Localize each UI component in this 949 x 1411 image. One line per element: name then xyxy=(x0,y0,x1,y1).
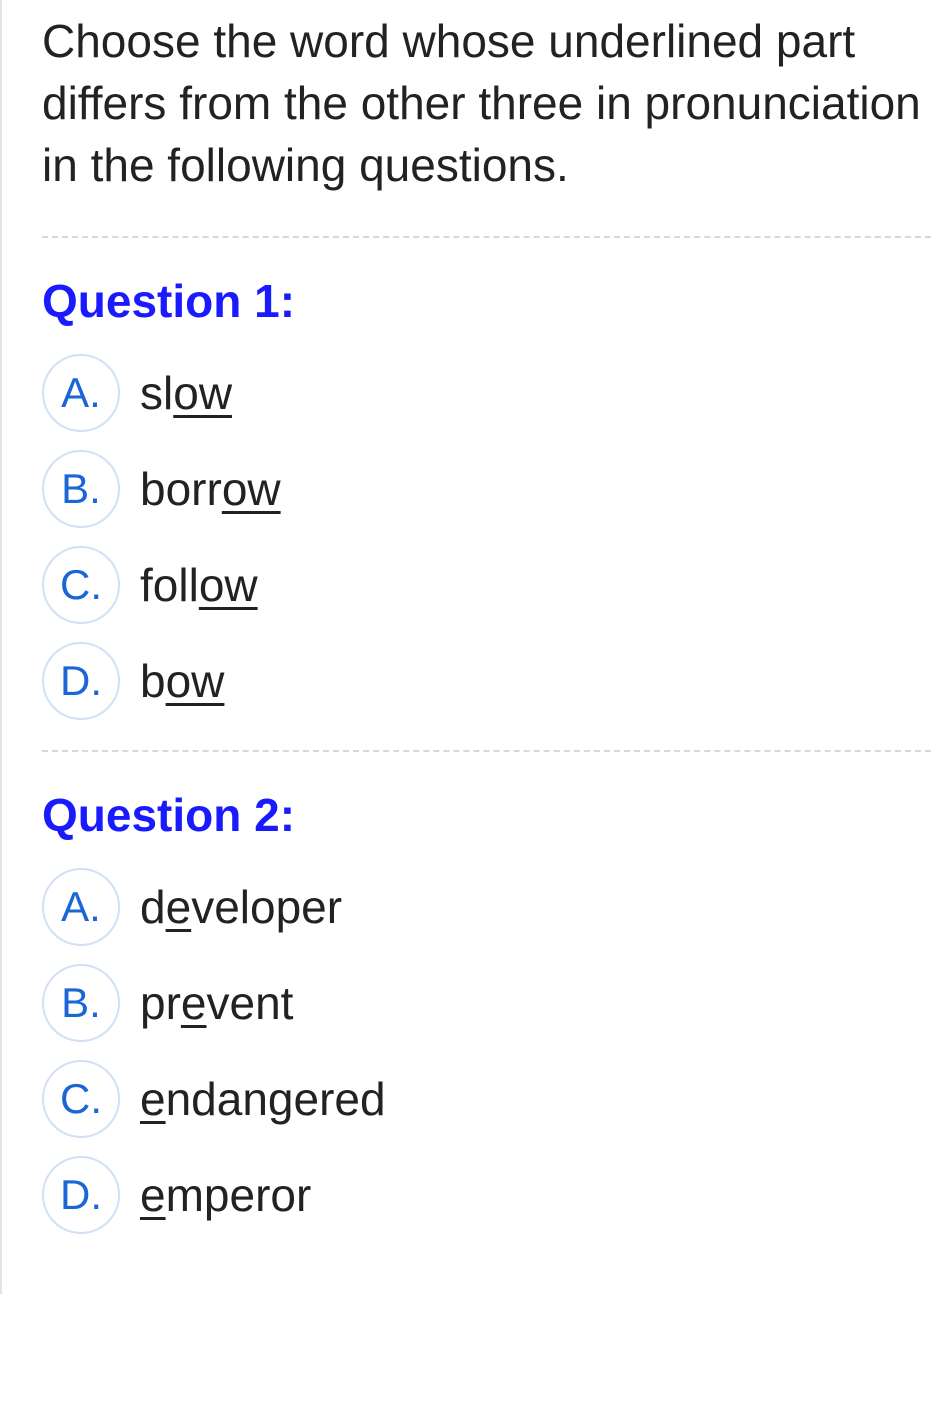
option-bubble-c[interactable]: C. xyxy=(42,1060,120,1138)
option-bubble-c[interactable]: C. xyxy=(42,546,120,624)
option-row[interactable]: D. bow xyxy=(42,642,931,720)
option-underlined: ow xyxy=(173,367,232,419)
option-underlined: ow xyxy=(222,463,281,515)
question-title: Question 1: xyxy=(42,274,931,328)
option-text: slow xyxy=(140,366,232,420)
option-bubble-d[interactable]: D. xyxy=(42,642,120,720)
option-pre: borr xyxy=(140,463,222,515)
option-row[interactable]: A. developer xyxy=(42,868,931,946)
option-underlined: e xyxy=(140,1169,166,1221)
option-bubble-b[interactable]: B. xyxy=(42,450,120,528)
option-post: vent xyxy=(207,977,294,1029)
option-bubble-b[interactable]: B. xyxy=(42,964,120,1042)
option-pre: d xyxy=(140,881,166,933)
option-row[interactable]: D. emperor xyxy=(42,1156,931,1234)
option-underlined: e xyxy=(166,881,192,933)
option-text: borrow xyxy=(140,462,281,516)
option-text: prevent xyxy=(140,976,293,1030)
option-post: veloper xyxy=(191,881,342,933)
quiz-page: Choose the word whose underlined part di… xyxy=(0,0,949,1294)
option-underlined: e xyxy=(140,1073,166,1125)
option-row[interactable]: A. slow xyxy=(42,354,931,432)
instructions-text: Choose the word whose underlined part di… xyxy=(42,0,931,236)
options-list: A. developer B. prevent C. endangered D.… xyxy=(42,868,931,1234)
options-list: A. slow B. borrow C. follow D. bow xyxy=(42,354,931,720)
option-row[interactable]: C. follow xyxy=(42,546,931,624)
question-block-1: Question 1: A. slow B. borrow C. follow … xyxy=(42,238,931,750)
option-bubble-a[interactable]: A. xyxy=(42,868,120,946)
option-text: bow xyxy=(140,654,224,708)
option-post: mperor xyxy=(166,1169,312,1221)
option-row[interactable]: C. endangered xyxy=(42,1060,931,1138)
option-bubble-d[interactable]: D. xyxy=(42,1156,120,1234)
option-text: developer xyxy=(140,880,342,934)
option-pre: pr xyxy=(140,977,181,1029)
option-pre: sl xyxy=(140,367,173,419)
option-row[interactable]: B. prevent xyxy=(42,964,931,1042)
option-text: endangered xyxy=(140,1072,386,1126)
option-text: emperor xyxy=(140,1168,311,1222)
question-block-2: Question 2: A. developer B. prevent C. e… xyxy=(42,752,931,1264)
question-title: Question 2: xyxy=(42,788,931,842)
option-pre: foll xyxy=(140,559,199,611)
option-post: ndangered xyxy=(166,1073,386,1125)
option-row[interactable]: B. borrow xyxy=(42,450,931,528)
option-underlined: e xyxy=(181,977,207,1029)
option-bubble-a[interactable]: A. xyxy=(42,354,120,432)
option-text: follow xyxy=(140,558,258,612)
option-underlined: ow xyxy=(166,655,225,707)
option-underlined: ow xyxy=(199,559,258,611)
option-pre: b xyxy=(140,655,166,707)
